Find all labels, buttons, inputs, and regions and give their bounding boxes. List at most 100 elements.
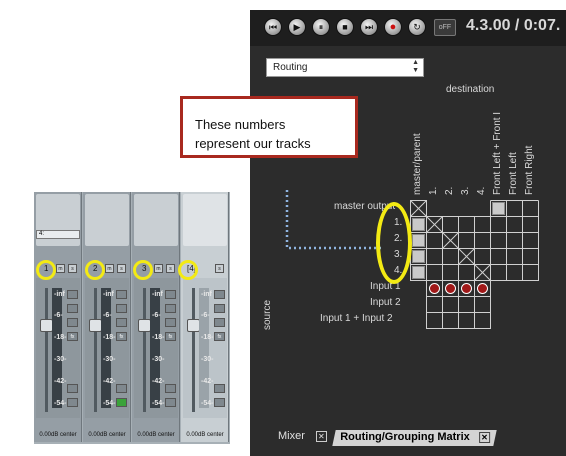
mute-button[interactable] — [165, 290, 176, 299]
db-mark: -42- — [152, 378, 165, 385]
fx-button[interactable]: fx — [214, 332, 225, 341]
tab-mixer[interactable]: Mixer ✕ — [278, 430, 327, 446]
routing-select-value: Routing — [273, 62, 308, 73]
send-button[interactable] — [165, 384, 176, 393]
mute-button[interactable] — [67, 290, 78, 299]
env-button[interactable] — [116, 318, 127, 327]
fader-track — [192, 288, 195, 412]
strip-header — [183, 194, 227, 246]
pan-label: 0.00dB center — [137, 432, 175, 438]
phase-button[interactable] — [116, 398, 127, 407]
input-field[interactable]: 4: — [36, 230, 80, 239]
db-mark: -6- — [103, 312, 112, 319]
db-mark: -18- — [152, 334, 165, 341]
level-meter — [199, 288, 209, 408]
highlight-ring — [133, 260, 153, 280]
pan-label: 0.00dB center — [186, 432, 224, 438]
off-toggle[interactable]: oFF — [434, 19, 456, 36]
stop-icon[interactable]: ■ — [336, 18, 354, 36]
mixer-strip-selected: [4] s -inf -6- -18- -30- -42- -54- fx 0.… — [181, 192, 229, 442]
mixer-strip: 2 m s -inf -6- -18- -30- -42- -54- fx 0.… — [83, 192, 131, 442]
fx-button[interactable]: fx — [67, 332, 78, 341]
db-mark: -42- — [54, 378, 67, 385]
env-button[interactable] — [165, 318, 176, 327]
rewind-to-start-icon[interactable]: ⏮ — [264, 18, 282, 36]
mixer-strip: 4: 1 m s -inf -6- -18- -30- -42- -54- fx… — [34, 192, 82, 442]
fader-track — [94, 288, 97, 412]
pan-label: 0.00dB center — [88, 432, 126, 438]
io-button[interactable] — [165, 304, 176, 313]
phase-button[interactable] — [67, 398, 78, 407]
solo-button[interactable]: s — [68, 264, 77, 273]
tab-routing-grouping[interactable]: Routing/Grouping Matrix ✕ — [332, 430, 498, 446]
db-mark: -54- — [103, 400, 116, 407]
transport-bar: ⏮ ▶ ⏸ ■ ⏭ ● ↻ oFF 4.3.00 / 0:07. — [250, 10, 566, 46]
dest-label-front-left: Front Left — [508, 152, 519, 195]
strip-header — [134, 194, 178, 246]
dest-label-front-right: Front Right — [524, 145, 535, 195]
phase-button[interactable] — [165, 398, 176, 407]
level-meter — [101, 288, 111, 408]
db-mark: -30- — [103, 356, 116, 363]
highlight-ring — [178, 260, 198, 280]
solo-button[interactable]: s — [117, 264, 126, 273]
fx-in-button[interactable]: m — [154, 264, 163, 273]
io-button[interactable] — [116, 304, 127, 313]
pause-icon[interactable]: ⏸ — [312, 18, 330, 36]
callout-box: These numbers represent our tracks — [180, 96, 358, 158]
db-mark: -6- — [201, 312, 210, 319]
io-button[interactable] — [67, 304, 78, 313]
play-icon[interactable]: ▶ — [288, 18, 306, 36]
db-mark: -6- — [152, 312, 161, 319]
db-mark: -54- — [201, 400, 214, 407]
phase-button[interactable] — [214, 398, 225, 407]
solo-button[interactable]: s — [215, 264, 224, 273]
mute-button[interactable] — [214, 290, 225, 299]
callout-line-1: These numbers — [195, 117, 286, 132]
fader-track — [143, 288, 146, 412]
fx-in-button[interactable]: m — [105, 264, 114, 273]
mute-button[interactable] — [116, 290, 127, 299]
level-meter — [52, 288, 62, 408]
db-mark: -42- — [103, 378, 116, 385]
tab-mixer-label: Mixer — [278, 430, 305, 442]
pan-label: 0.00dB center — [39, 432, 77, 438]
db-mark: -6- — [54, 312, 63, 319]
fx-in-button[interactable]: m — [56, 264, 65, 273]
send-button[interactable] — [67, 384, 78, 393]
db-mark: -inf — [103, 291, 114, 298]
close-icon[interactable]: ✕ — [315, 431, 327, 442]
fx-button[interactable]: fx — [116, 332, 127, 341]
env-button[interactable] — [67, 318, 78, 327]
db-mark: -42- — [201, 378, 214, 385]
fader-track — [45, 288, 48, 412]
send-button[interactable] — [116, 384, 127, 393]
mixer-panel: 4: 1 m s -inf -6- -18- -30- -42- -54- fx… — [34, 192, 230, 444]
level-meter — [150, 288, 160, 408]
record-icon[interactable]: ● — [384, 18, 402, 36]
skip-to-end-icon[interactable]: ⏭ — [360, 18, 378, 36]
env-button[interactable] — [214, 318, 225, 327]
close-icon[interactable]: ✕ — [478, 432, 490, 443]
highlight-ring — [36, 260, 56, 280]
highlight-ring — [85, 260, 105, 280]
send-button[interactable] — [214, 384, 225, 393]
fx-button[interactable]: fx — [165, 332, 176, 341]
db-mark: -30- — [54, 356, 67, 363]
time-display: 4.3.00 / 0:07. — [466, 17, 561, 34]
db-mark: -54- — [54, 400, 67, 407]
db-mark: -54- — [152, 400, 165, 407]
routing-select[interactable]: Routing ▲ ▼ — [266, 58, 424, 77]
io-button[interactable] — [214, 304, 225, 313]
db-mark: -inf — [201, 291, 212, 298]
db-mark: -18- — [201, 334, 214, 341]
repeat-icon[interactable]: ↻ — [408, 18, 426, 36]
tab-bar: Mixer ✕ Routing/Grouping Matrix ✕ — [266, 430, 566, 446]
highlight-ellipse — [376, 202, 412, 284]
callout-line-2: represent our tracks — [195, 136, 311, 151]
db-mark: -30- — [152, 356, 165, 363]
db-mark: -18- — [54, 334, 67, 341]
destination-label: destination — [446, 84, 495, 95]
solo-button[interactable]: s — [166, 264, 175, 273]
db-mark: -30- — [201, 356, 214, 363]
